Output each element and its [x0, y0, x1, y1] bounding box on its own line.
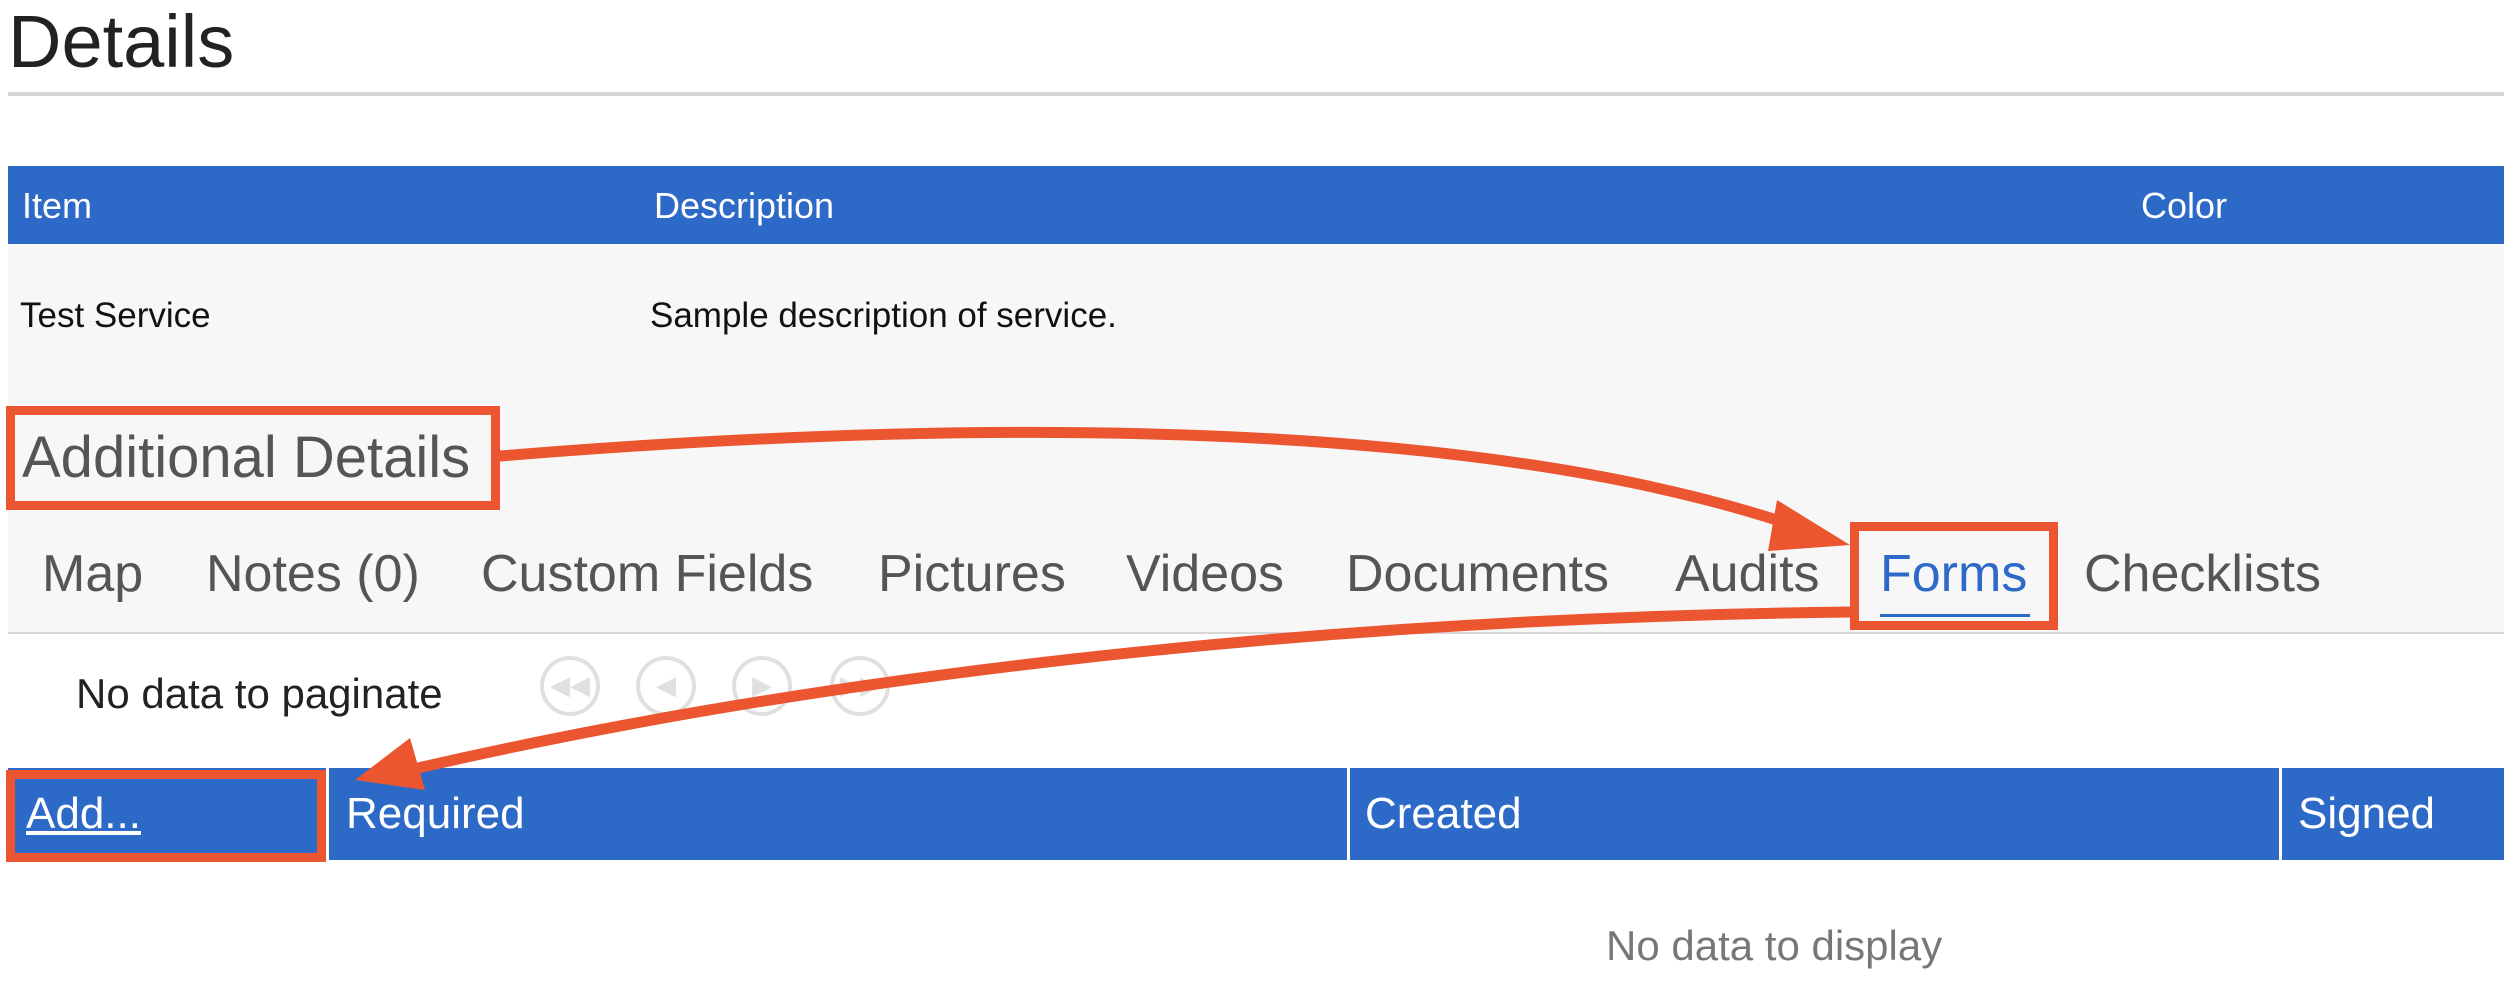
annotation-arrows	[355, 426, 1856, 790]
arrow-to-forms-tab	[494, 426, 1818, 538]
arrowhead-forms	[1768, 500, 1850, 551]
arrowhead-add	[355, 738, 425, 790]
arrow-to-add-link	[412, 606, 1856, 774]
